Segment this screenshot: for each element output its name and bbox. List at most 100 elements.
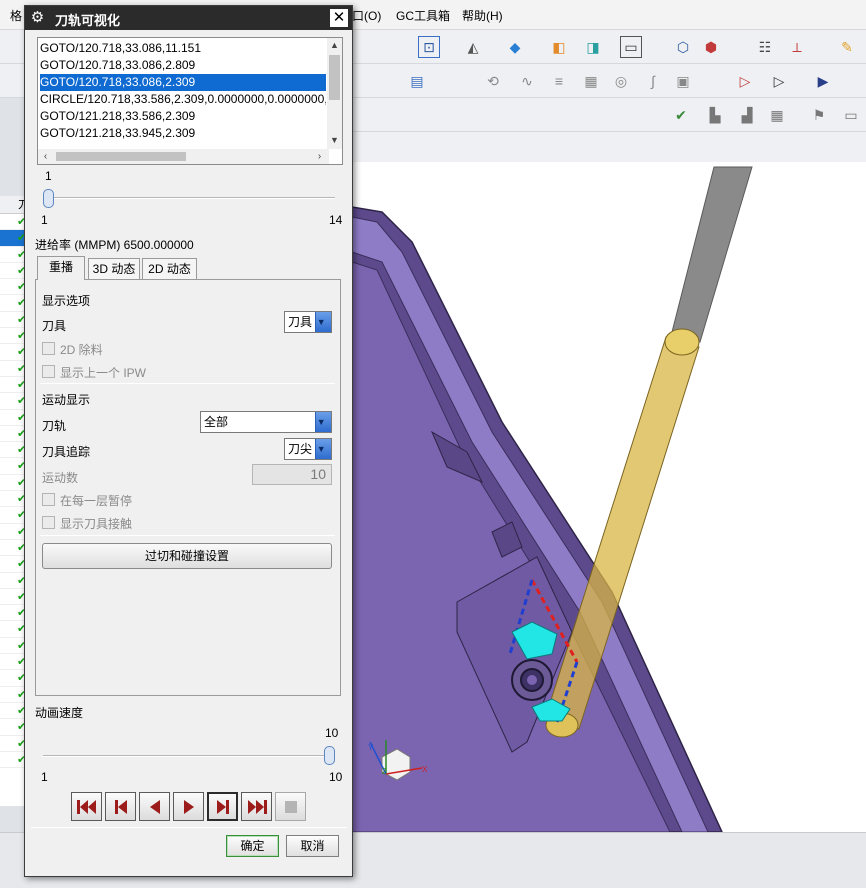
generate-path-icon[interactable]: ⟲ [482, 70, 504, 92]
cancel-button[interactable]: 取消 [286, 835, 339, 857]
list-path-icon[interactable]: ≡ [548, 70, 570, 92]
edit-section-icon[interactable]: ◧ [548, 36, 570, 58]
layer-settings-icon[interactable]: ☷ [754, 36, 776, 58]
postprocess-icon[interactable]: ∫ [642, 70, 664, 92]
chevron-down-icon[interactable]: ▼ [327, 133, 342, 147]
svg-text:X: X [422, 765, 428, 774]
step-slider-track[interactable] [43, 197, 335, 199]
fast-forward-to-end-button[interactable] [241, 792, 272, 821]
move-layer-icon[interactable]: ⬢ [700, 36, 722, 58]
verify-check-icon[interactable]: ✔ [670, 104, 692, 126]
dialog-title: 刀轨可视化 [55, 13, 121, 28]
checkbox-show-contact[interactable] [42, 516, 55, 529]
orient-view-icon[interactable]: ◭ [462, 36, 484, 58]
play-reverse-icon [149, 799, 160, 814]
menu-item-partial[interactable]: 格 [10, 7, 22, 24]
clip-section-icon[interactable]: ◨ [582, 36, 604, 58]
stop-button[interactable] [275, 792, 306, 821]
play-reverse-button[interactable] [139, 792, 170, 821]
fixture-icon[interactable]: ▦ [766, 104, 788, 126]
simulate-icon[interactable]: ◎ [610, 70, 632, 92]
motion-count-label: 运动数 [42, 471, 79, 485]
animation-speed-min: 1 [41, 770, 48, 784]
chevron-down-icon[interactable]: v [315, 439, 331, 459]
tool-icon[interactable]: ✎ [836, 36, 858, 58]
feed-rate-label: 进给率 (MMPM) 6500.000000 [35, 238, 194, 252]
replay-path-icon[interactable]: ∿ [516, 70, 538, 92]
list-item[interactable]: GOTO/121.218,33.945,2.309 [40, 125, 326, 142]
step-slider-thumb[interactable] [43, 189, 54, 208]
flag-icon[interactable]: ⚑ [808, 104, 830, 126]
tool-display-select[interactable]: 刀具 v [284, 311, 332, 333]
machine-alt-icon[interactable]: ▟ [736, 104, 758, 126]
list-item[interactable]: GOTO/120.718,33.086,11.151 [40, 40, 326, 57]
background-icon[interactable]: ▭ [620, 36, 642, 58]
cutter-top [664, 328, 700, 356]
list-item[interactable]: CIRCLE/120.718,33.586,2.309,0.0000000,0.… [40, 91, 326, 108]
list-horizontal-scrollbar[interactable]: ‹ › [38, 149, 329, 164]
scroll-thumb[interactable] [56, 152, 186, 161]
dialog-titlebar[interactable]: ⚙ 刀轨可视化 ✕ [25, 6, 352, 30]
fit-view-icon[interactable]: ⊡ [418, 36, 440, 58]
gear-icon[interactable]: ⚙ [29, 9, 46, 26]
motion-display-heading: 运动显示 [42, 393, 91, 407]
checkbox-pause-each-layer[interactable] [42, 493, 55, 506]
tab-2d-dynamic[interactable]: 2D 动态 [142, 258, 197, 280]
tool-display-value: 刀具 [288, 315, 313, 329]
tool-trace-label: 刀具追踪 [42, 445, 91, 459]
animation-speed-thumb[interactable] [324, 746, 335, 765]
close-icon[interactable]: ✕ [330, 9, 348, 27]
step-forward-icon [216, 799, 229, 814]
list-item-selected[interactable]: GOTO/120.718,33.086,2.309 [40, 74, 326, 91]
create-program-icon[interactable]: ▷ [734, 70, 756, 92]
menu-item-help[interactable]: 帮助(H) [462, 7, 503, 24]
tab-3d-dynamic[interactable]: 3D 动态 [88, 258, 140, 280]
tool-trace-select[interactable]: 刀尖 v [284, 438, 332, 460]
tab-replay[interactable]: 重播 [37, 256, 85, 280]
animation-speed-value: 10 [325, 726, 339, 740]
menu-item-window[interactable]: 口(O) [352, 7, 381, 24]
chevron-left-icon[interactable]: ‹ [38, 149, 53, 164]
create-geometry-icon[interactable]: ▶ [812, 70, 834, 92]
list-item[interactable]: GOTO/121.218,33.586,2.309 [40, 108, 326, 125]
checkbox-prev-ipw[interactable] [42, 365, 55, 378]
animation-speed-track[interactable] [43, 755, 335, 757]
step-back-button[interactable] [105, 792, 136, 821]
graphics-viewport[interactable]: Y X Z [352, 162, 866, 832]
document-icon[interactable]: ▤ [406, 70, 428, 92]
toolbar-row-3: ✔ ▙ ▟ ▦ ⚑ ▭ [352, 98, 866, 132]
render-style-icon[interactable]: ◆ [504, 36, 526, 58]
checkbox-show-contact-label: 显示刀具接触 [60, 517, 133, 531]
chevron-down-icon[interactable]: v [315, 312, 331, 332]
svg-text:Z: Z [382, 767, 387, 776]
chevron-down-icon[interactable]: v [315, 412, 331, 432]
work-layer-icon[interactable]: ⬡ [672, 36, 694, 58]
comment-icon[interactable]: ▭ [840, 104, 862, 126]
menu-item-gc-toolbox[interactable]: GC工具箱 [396, 7, 450, 24]
gouge-collision-settings-button[interactable]: 过切和碰撞设置 [42, 543, 332, 569]
divider [31, 827, 347, 828]
toolbar-row-4 [352, 132, 866, 162]
rewind-to-start-button[interactable] [71, 792, 102, 821]
step-slider-max: 14 [329, 213, 343, 227]
machine-icon[interactable]: ▙ [704, 104, 726, 126]
verify-path-icon[interactable]: ▦ [580, 70, 602, 92]
shop-doc-icon[interactable]: ▣ [672, 70, 694, 92]
scroll-thumb[interactable] [329, 55, 340, 100]
ok-button[interactable]: 确定 [226, 835, 279, 857]
play-button[interactable] [173, 792, 204, 821]
step-slider-value: 1 [45, 169, 52, 183]
step-forward-button[interactable] [207, 792, 238, 821]
chevron-right-icon[interactable]: › [312, 149, 327, 164]
chevron-up-icon[interactable]: ▲ [327, 38, 342, 52]
list-vertical-scrollbar[interactable]: ▲ ▼ [327, 38, 342, 149]
list-item[interactable]: GOTO/120.718,33.086,2.809 [40, 57, 326, 74]
tool-path-visualization-dialog: ⚙ 刀轨可视化 ✕ GOTO/120.718,33.086,11.151 GOT… [24, 5, 353, 877]
checkbox-2d-removal[interactable] [42, 342, 55, 355]
toolpath-listbox[interactable]: GOTO/120.718,33.086,11.151 GOTO/120.718,… [37, 37, 343, 165]
create-tool-icon[interactable]: ▷ [768, 70, 790, 92]
wcs-icon[interactable]: ⟂ [786, 36, 808, 58]
motion-count-input[interactable]: 10 [252, 464, 332, 485]
path-display-select[interactable]: 全部 v [200, 411, 332, 433]
step-back-icon [114, 799, 127, 814]
